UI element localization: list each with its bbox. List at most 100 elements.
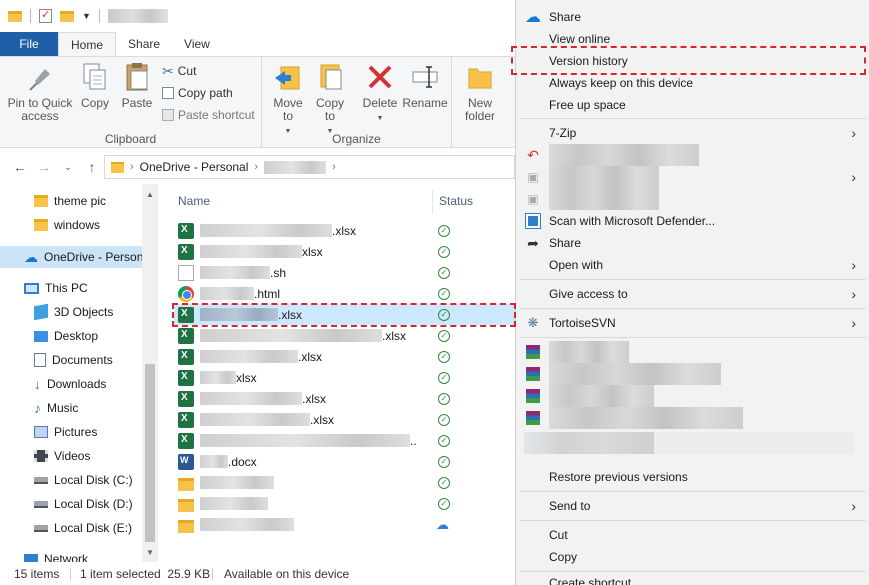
new-folder-button[interactable]: New folder <box>462 61 498 123</box>
menu-item-defender[interactable]: Scan with Microsoft Defender... <box>516 210 869 232</box>
up-arrow-icon[interactable]: ↑ <box>80 159 104 175</box>
scroll-up-icon[interactable]: ▲ <box>142 190 158 199</box>
new-folder-icon[interactable] <box>60 10 74 22</box>
copy-button[interactable]: Copy <box>78 61 112 110</box>
file-row[interactable]: .xlsx ✓ <box>174 388 515 409</box>
menu-item-redacted[interactable]: ↶ <box>516 144 869 166</box>
copy-path-button[interactable]: Copy path <box>162 83 233 103</box>
menu-item-share[interactable]: ➦ Share <box>516 232 869 254</box>
tab-share[interactable]: Share <box>116 32 172 56</box>
menu-item-7zip[interactable]: 7-Zip › <box>516 122 869 144</box>
menu-item-redacted[interactable] <box>516 363 869 385</box>
nav-item-network[interactable]: Network <box>0 548 142 562</box>
tab-view[interactable]: View <box>172 32 222 56</box>
nav-item-this-pc[interactable]: This PC <box>0 277 142 299</box>
onedrive-cloud-icon: ☁ <box>525 9 541 26</box>
address-bar[interactable]: › OneDrive - Personal › › <box>104 155 515 179</box>
nav-item-windows[interactable]: windows <box>0 214 142 236</box>
folder-icon <box>111 161 124 173</box>
menu-item-copy[interactable]: Copy <box>516 546 869 568</box>
submenu-chevron-icon: › <box>851 498 856 514</box>
menu-item-share-onedrive[interactable]: ☁ Share <box>516 6 869 28</box>
file-name-redacted <box>200 455 228 468</box>
file-extension: .html <box>254 286 281 301</box>
menu-item-send-to[interactable]: Send to › <box>516 495 869 517</box>
column-divider[interactable] <box>432 190 433 214</box>
folder-name-redacted <box>200 476 274 489</box>
menu-item-redacted[interactable] <box>516 432 869 454</box>
paste-shortcut-button[interactable]: Paste shortcut <box>162 105 255 125</box>
tab-home[interactable]: Home <box>58 32 117 56</box>
cut-button[interactable]: ✂ Cut <box>162 61 196 81</box>
nav-item-pictures[interactable]: Pictures <box>0 421 142 443</box>
folder-row[interactable]: ✓ <box>174 472 515 493</box>
menu-item-redacted[interactable] <box>516 407 869 429</box>
nav-item-documents[interactable]: Documents <box>0 349 142 371</box>
folder-icon[interactable] <box>8 10 22 22</box>
column-header-name[interactable]: Name <box>178 194 210 214</box>
customize-toolbar-dropdown[interactable]: ▼ <box>82 11 91 21</box>
file-row[interactable]: .sh ✓ <box>174 262 515 283</box>
nav-item-onedrive[interactable]: ☁ OneDrive - Personal <box>0 246 142 268</box>
move-to-button[interactable]: Move to ▼ <box>270 61 306 138</box>
dropdown-arrow-icon: ▼ <box>376 115 384 122</box>
breadcrumb-chevron-icon[interactable]: › <box>130 161 134 173</box>
menu-item-restore-previous[interactable]: Restore previous versions <box>516 466 869 488</box>
menu-item-redacted[interactable] <box>516 385 869 407</box>
file-row[interactable]: .xlsx ✓ <box>174 409 515 430</box>
tab-file[interactable]: File <box>0 32 58 56</box>
menu-item-free-up-space[interactable]: Free up space <box>516 94 869 116</box>
nav-item-label: theme pic <box>54 194 107 208</box>
nav-item-3d-objects[interactable]: 3D Objects <box>0 301 142 323</box>
menu-item-redacted[interactable]: ▣ <box>516 188 869 210</box>
menu-item-create-shortcut[interactable]: Create shortcut <box>516 574 869 585</box>
rename-button[interactable]: Rename <box>402 61 448 110</box>
nav-item-music[interactable]: ♪ Music <box>0 397 142 419</box>
file-row[interactable]: .xlsx ✓ <box>174 325 515 346</box>
menu-item-cut[interactable]: Cut <box>516 524 869 546</box>
menu-label-redacted <box>549 363 721 385</box>
scrollbar-thumb[interactable] <box>145 364 155 542</box>
nav-item-local-disk-e[interactable]: Local Disk (E:) <box>0 517 142 539</box>
paste-button[interactable]: Paste <box>118 61 156 110</box>
nav-pane-scrollbar[interactable]: ▲ ▼ <box>142 184 158 562</box>
breadcrumb-chevron-icon[interactable]: › <box>254 161 258 173</box>
file-extension: .xlsx <box>302 391 326 406</box>
nav-item-label: This PC <box>45 281 88 295</box>
breadcrumb-chevron-icon[interactable]: › <box>332 161 336 173</box>
nav-item-local-disk-d[interactable]: Local Disk (D:) <box>0 493 142 515</box>
menu-item-always-keep[interactable]: Always keep on this device <box>516 72 869 94</box>
nav-item-theme-pic[interactable]: theme pic <box>0 190 142 212</box>
copy-icon <box>80 61 110 93</box>
menu-item-open-with[interactable]: Open with › <box>516 254 869 276</box>
file-row[interactable]: xlsx ✓ <box>174 241 515 262</box>
nav-item-desktop[interactable]: Desktop <box>0 325 142 347</box>
nav-item-local-disk-c[interactable]: Local Disk (C:) <box>0 469 142 491</box>
menu-item-tortoisesvn[interactable]: ❋ TortoiseSVN › <box>516 312 869 334</box>
column-header-status[interactable]: Status <box>439 194 473 214</box>
menu-item-give-access[interactable]: Give access to › <box>516 283 869 305</box>
recent-locations-chevron-icon[interactable]: ⌄ <box>56 162 80 173</box>
back-arrow-icon[interactable]: ← <box>8 159 32 175</box>
delete-button[interactable]: Delete ▼ <box>360 61 400 125</box>
menu-item-redacted[interactable] <box>516 341 869 363</box>
properties-icon[interactable] <box>39 8 52 23</box>
copy-to-button[interactable]: Copy to ▼ <box>312 61 348 138</box>
nav-item-videos[interactable]: Videos <box>0 445 142 467</box>
nav-item-downloads[interactable]: ↓ Downloads <box>0 373 142 395</box>
synced-check-icon: ✓ <box>438 392 450 405</box>
menu-item-redacted[interactable]: ▣ › <box>516 166 869 188</box>
breadcrumb-onedrive[interactable]: OneDrive - Personal <box>140 160 249 174</box>
folder-row[interactable]: ✓ <box>174 493 515 514</box>
forward-arrow-icon[interactable]: → <box>32 159 56 175</box>
file-row[interactable]: .xlsx ✓ <box>174 346 515 367</box>
file-row[interactable]: .. ✓ <box>174 430 515 451</box>
scroll-down-icon[interactable]: ▼ <box>142 548 158 557</box>
pin-quick-access-button[interactable]: Pin to Quick access <box>6 61 74 123</box>
file-row[interactable]: .html ✓ <box>174 283 515 304</box>
file-row[interactable]: .docx ✓ <box>174 451 515 472</box>
file-row[interactable]: .xlsx ✓ <box>174 220 515 241</box>
file-row[interactable]: xlsx ✓ <box>174 367 515 388</box>
folder-row[interactable]: ☁ <box>174 514 515 535</box>
breadcrumb-folder-redacted[interactable] <box>264 160 327 174</box>
